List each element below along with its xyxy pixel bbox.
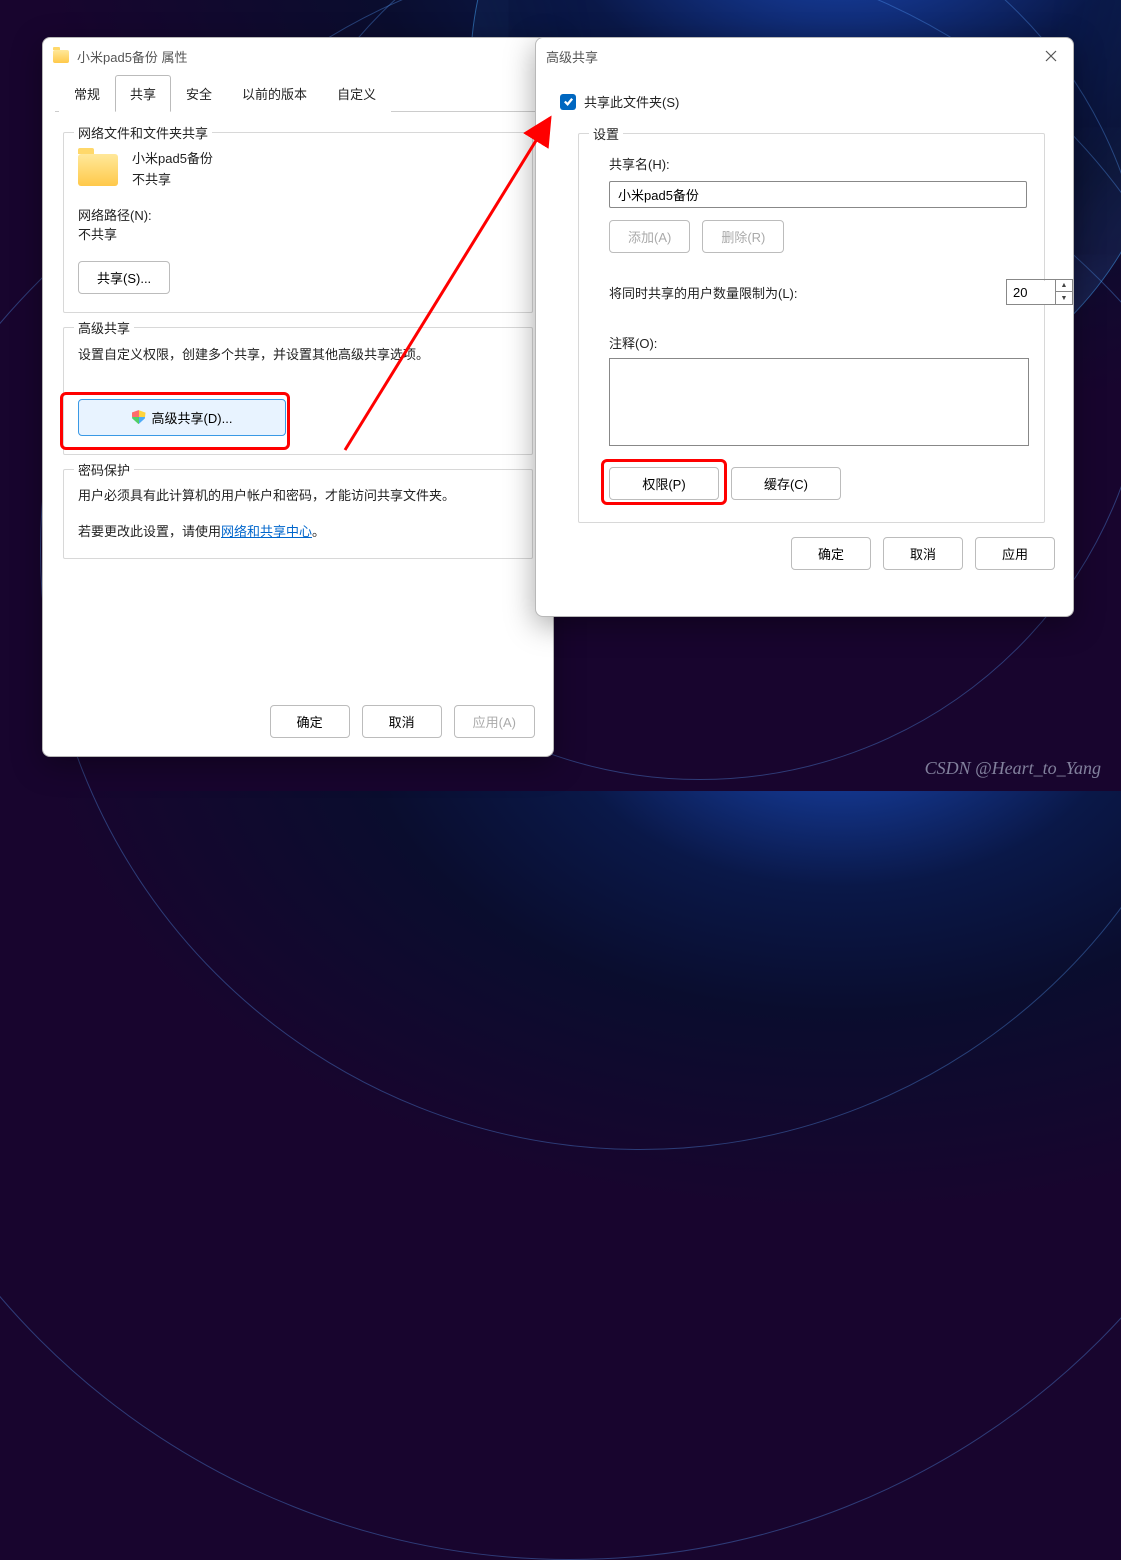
tab-previous-versions[interactable]: 以前的版本 xyxy=(227,75,322,112)
comment-input[interactable] xyxy=(609,358,1029,446)
tab-security[interactable]: 安全 xyxy=(171,75,227,112)
window-title: 高级共享 xyxy=(546,47,598,66)
share-folder-checkbox[interactable] xyxy=(560,94,576,110)
password-info-2-suffix: 。 xyxy=(312,524,325,539)
section-legend: 网络文件和文件夹共享 xyxy=(74,123,212,142)
password-protect-section: 密码保护 用户必须具有此计算机的用户帐户和密码，才能访问共享文件夹。 若要更改此… xyxy=(63,469,533,560)
share-status: 不共享 xyxy=(132,170,213,191)
advanced-sharing-section: 高级共享 设置自定义权限，创建多个共享，并设置其他高级共享选项。 高级共享(D)… xyxy=(63,327,533,455)
password-info-1: 用户必须具有此计算机的用户帐户和密码，才能访问共享文件夹。 xyxy=(78,486,518,506)
close-button[interactable] xyxy=(1039,44,1063,68)
settings-section: 设置 共享名(H): 添加(A) 删除(R) 将同时共享的用户数量限制为(L):… xyxy=(578,133,1045,523)
password-info-2-prefix: 若要更改此设置，请使用 xyxy=(78,524,221,539)
section-legend: 高级共享 xyxy=(74,318,134,337)
cancel-button[interactable]: 取消 xyxy=(883,537,963,570)
advanced-share-button-label: 高级共享(D)... xyxy=(152,408,233,427)
ok-button[interactable]: 确定 xyxy=(791,537,871,570)
window-title: 小米pad5备份 属性 xyxy=(77,47,188,66)
tab-general[interactable]: 常规 xyxy=(59,75,115,112)
shield-icon xyxy=(132,410,146,424)
user-limit-spinner[interactable]: ▲ ▼ xyxy=(1006,279,1073,305)
close-icon xyxy=(1045,50,1057,62)
cancel-button[interactable]: 取消 xyxy=(362,705,442,738)
user-limit-label: 将同时共享的用户数量限制为(L): xyxy=(609,283,798,302)
network-path-label: 网络路径(N): xyxy=(78,205,518,224)
ok-button[interactable]: 确定 xyxy=(270,705,350,738)
advanced-share-button[interactable]: 高级共享(D)... xyxy=(78,399,286,436)
tab-sharing[interactable]: 共享 xyxy=(115,75,171,112)
check-icon xyxy=(563,96,574,107)
share-button[interactable]: 共享(S)... xyxy=(78,261,170,294)
cache-button[interactable]: 缓存(C) xyxy=(731,467,841,500)
permissions-button[interactable]: 权限(P) xyxy=(609,467,719,500)
advanced-description: 设置自定义权限，创建多个共享，并设置其他高级共享选项。 xyxy=(78,344,518,363)
titlebar[interactable]: 小米pad5备份 属性 xyxy=(43,38,553,74)
comment-label: 注释(O): xyxy=(609,333,1026,352)
properties-dialog: 小米pad5备份 属性 常规 共享 安全 以前的版本 自定义 网络文件和文件夹共… xyxy=(42,37,554,757)
share-folder-label: 共享此文件夹(S) xyxy=(584,92,679,111)
advanced-sharing-dialog: 高级共享 共享此文件夹(S) 设置 共享名(H): 添加(A) 删除(R) 将同… xyxy=(535,37,1074,617)
user-limit-input[interactable] xyxy=(1007,281,1055,304)
remove-button[interactable]: 删除(R) xyxy=(702,220,784,253)
spinner-down[interactable]: ▼ xyxy=(1056,292,1072,304)
tab-custom[interactable]: 自定义 xyxy=(322,75,391,112)
titlebar[interactable]: 高级共享 xyxy=(536,38,1073,74)
share-name-input[interactable] xyxy=(609,181,1027,208)
apply-button[interactable]: 应用(A) xyxy=(454,705,535,738)
folder-name: 小米pad5备份 xyxy=(132,149,213,170)
folder-icon xyxy=(53,50,69,63)
network-path-value: 不共享 xyxy=(78,224,518,243)
tab-strip: 常规 共享 安全 以前的版本 自定义 xyxy=(55,74,541,112)
section-legend: 密码保护 xyxy=(74,460,134,479)
network-center-link[interactable]: 网络和共享中心 xyxy=(221,524,312,539)
network-sharing-section: 网络文件和文件夹共享 小米pad5备份 不共享 网络路径(N): 不共享 共享(… xyxy=(63,132,533,313)
folder-large-icon xyxy=(78,154,118,186)
apply-button[interactable]: 应用 xyxy=(975,537,1055,570)
spinner-up[interactable]: ▲ xyxy=(1056,280,1072,292)
share-name-label: 共享名(H): xyxy=(609,154,1026,173)
add-button[interactable]: 添加(A) xyxy=(609,220,690,253)
watermark: CSDN @Heart_to_Yang xyxy=(925,758,1101,779)
section-legend: 设置 xyxy=(589,124,623,143)
